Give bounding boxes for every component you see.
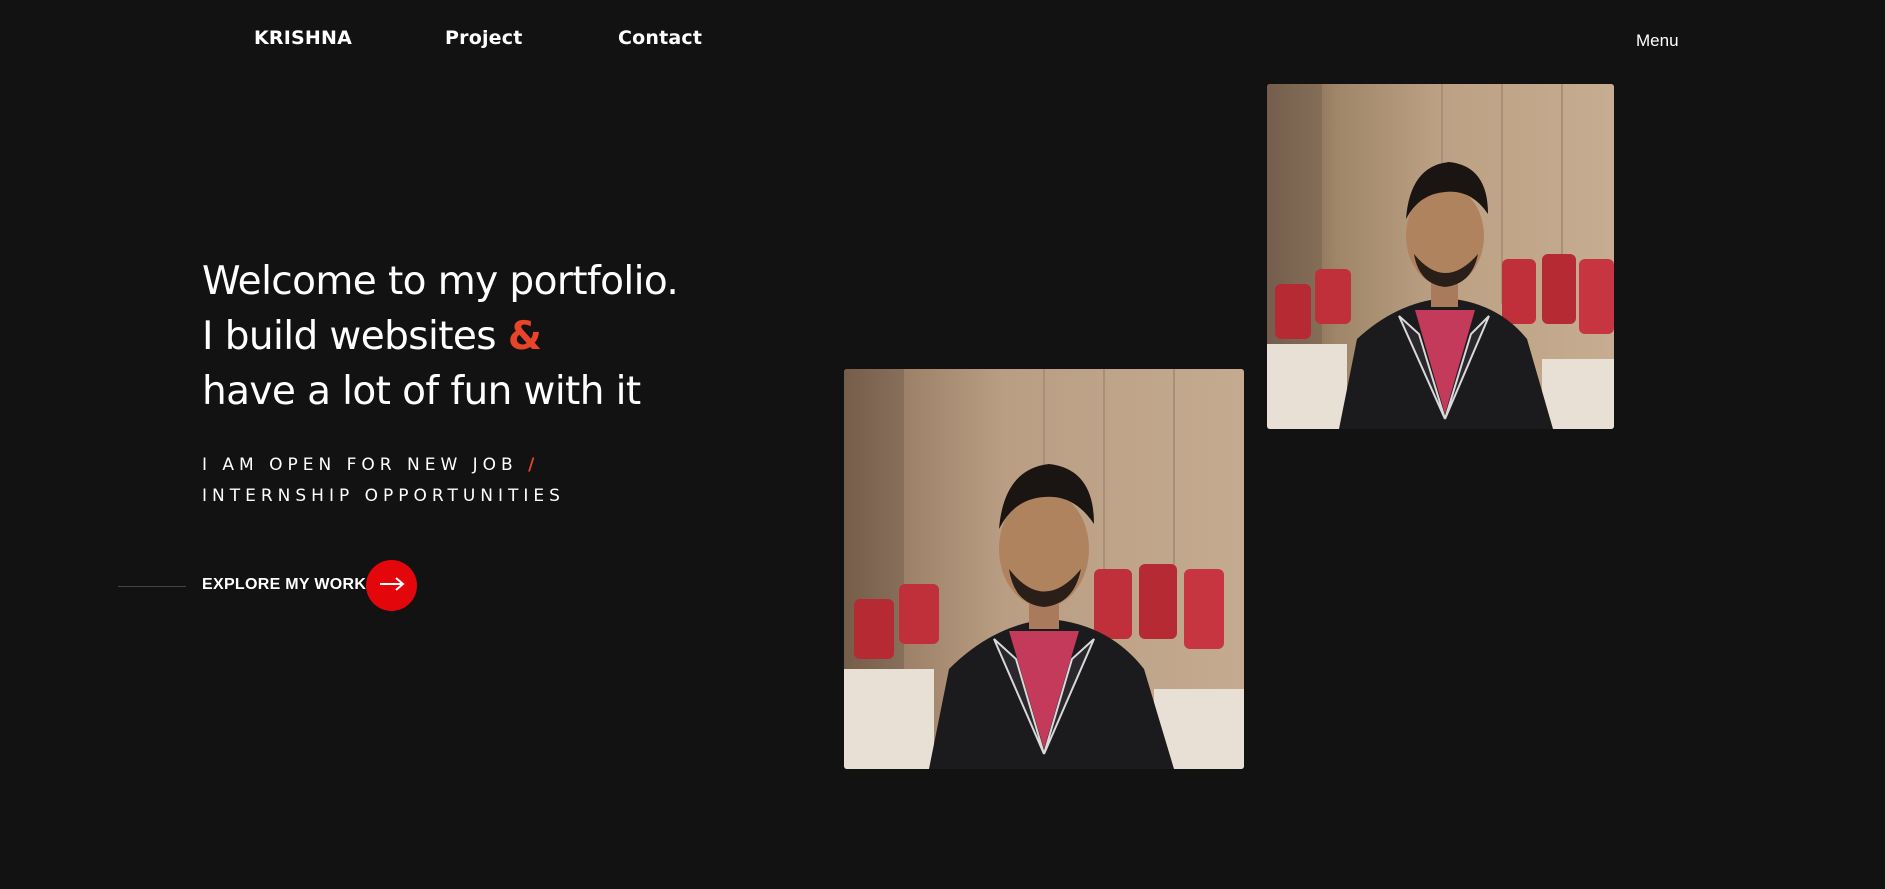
nav-project-link[interactable]: Project [445,27,523,49]
portrait-photo-small [1267,84,1614,429]
subtitle-line-2: INTERNSHIP OPPORTUNITIES [202,486,565,506]
subtitle-separator: / [528,455,540,475]
hero-line-3: have a lot of fun with it [202,369,641,414]
hero-line-1: Welcome to my portfolio. [202,259,679,304]
explore-work-link[interactable]: EXPLORE MY WORK [202,576,366,594]
subtitle-line-1: I AM OPEN FOR NEW JOB / [202,450,565,481]
subtitle-text-1: I AM OPEN FOR NEW JOB [202,455,518,475]
availability-subtitle: I AM OPEN FOR NEW JOB / INTERNSHIP OPPOR… [202,450,565,512]
arrow-right-icon [379,576,405,595]
hero-line-2: I build websites & [202,309,762,364]
hero-line-2-text: I build websites [202,314,497,359]
menu-button[interactable]: Menu [1636,31,1679,51]
hero-heading: Welcome to my portfolio. I build website… [202,254,762,419]
hero-ampersand: & [507,314,542,359]
nav-brand-link[interactable]: KRISHNA [254,27,352,49]
nav-contact-link[interactable]: Contact [618,27,702,49]
portfolio-page: KRISHNA Project Contact Menu Welcome to … [0,0,1885,889]
explore-work-button[interactable] [366,560,417,611]
portrait-photo-large [844,369,1244,769]
cta-decorative-line [118,586,186,587]
